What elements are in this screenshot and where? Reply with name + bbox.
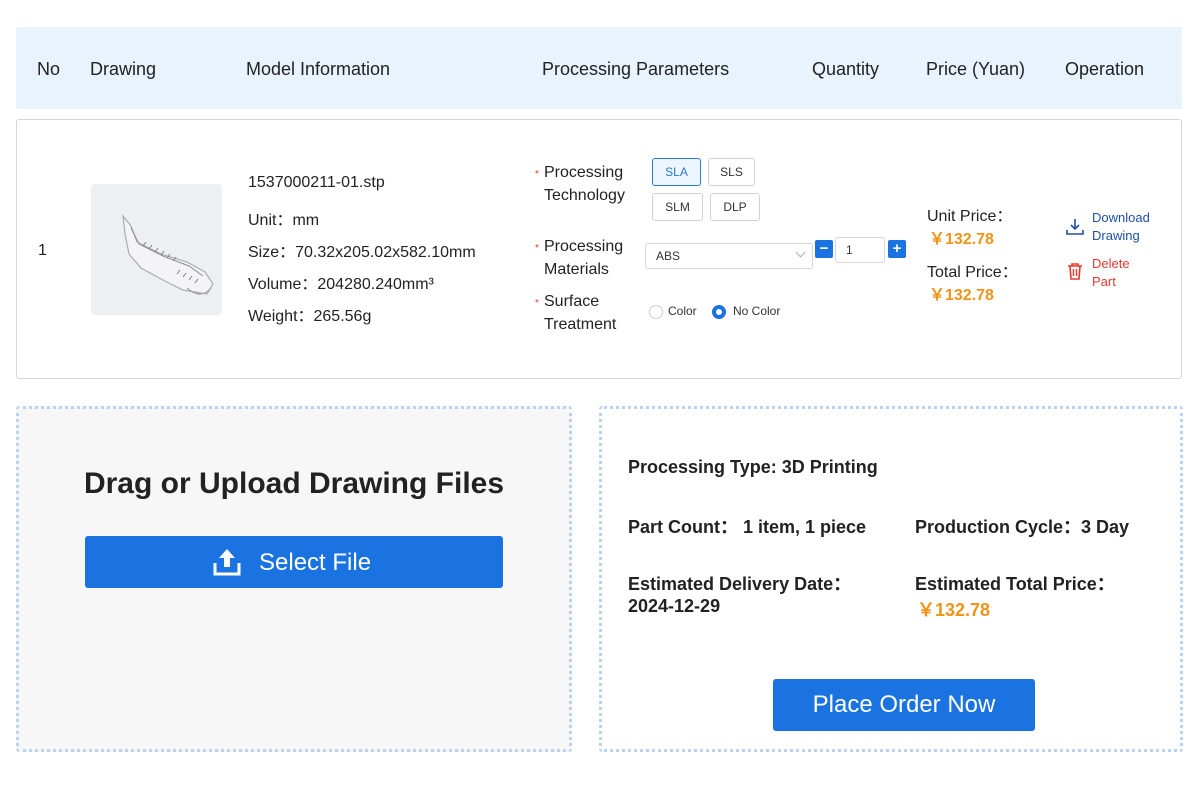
model-filename: 1537000211-01.stp — [248, 174, 385, 191]
order-summary: Processing Type: 3D Printing Part Count：… — [599, 406, 1183, 752]
upload-dropzone[interactable]: Drag or Upload Drawing Files Select File — [16, 406, 572, 752]
model-weight: Weight：265.56g — [248, 308, 372, 325]
surface-option-color-label[interactable]: Color — [668, 304, 697, 318]
tech-option-slm[interactable]: SLM — [652, 193, 703, 221]
trash-icon[interactable] — [1066, 262, 1084, 286]
total-price-label: Total Price： — [927, 264, 1018, 281]
row-number: 1 — [38, 242, 47, 259]
download-drawing-link[interactable]: Download Drawing — [1092, 209, 1172, 245]
material-value: ABS — [656, 249, 681, 263]
material-select[interactable]: ABS — [645, 243, 813, 269]
quantity-decrement-button[interactable]: − — [815, 240, 833, 258]
download-icon[interactable] — [1065, 217, 1085, 242]
delete-part-link[interactable]: Delete Part — [1092, 255, 1172, 291]
part-model-image — [122, 214, 214, 295]
total-price-value: ￥132.78 — [929, 287, 994, 304]
col-drawing: Drawing — [90, 59, 157, 79]
estimated-total-value: ￥132.78 — [917, 600, 991, 620]
upload-title: Drag or Upload Drawing Files — [83, 467, 505, 500]
unit-price-label: Unit Price： — [927, 208, 1013, 225]
quantity-increment-button[interactable]: + — [888, 240, 906, 258]
model-volume: Volume：204280.240mm³ — [248, 276, 434, 293]
required-mark: * — [535, 243, 539, 254]
delivery-date-label: Estimated Delivery Date： — [628, 574, 852, 594]
table-header: No Drawing Model Information Processing … — [16, 27, 1182, 109]
chevron-down-icon — [795, 247, 806, 258]
col-quantity: Quantity — [812, 59, 880, 79]
place-order-button[interactable]: Place Order Now — [773, 679, 1035, 731]
quantity-input[interactable]: 1 — [835, 237, 885, 263]
delivery-date-value: 2024-12-29 — [628, 596, 721, 616]
surface-radio-no-color[interactable] — [712, 305, 726, 319]
col-price: Price (Yuan) — [926, 59, 1026, 79]
surface-option-no-color-label[interactable]: No Color — [733, 304, 780, 318]
col-no: No — [37, 59, 61, 79]
select-file-label: Select File — [259, 549, 372, 576]
part-thumbnail[interactable] — [91, 184, 222, 315]
processing-type: Processing Type: 3D Printing — [628, 457, 878, 477]
production-cycle: Production Cycle：3 Day — [915, 517, 1130, 537]
tech-option-dlp[interactable]: DLP — [710, 193, 760, 221]
part-count: Part Count： 1 item, 1 piece — [628, 517, 867, 537]
upload-icon — [213, 549, 241, 576]
col-model-info: Model Information — [246, 59, 391, 79]
select-file-button[interactable]: Select File — [85, 536, 503, 588]
model-size: Size：70.32x205.02x582.10mm — [248, 244, 476, 261]
tech-label: * Processing Technology — [535, 164, 625, 204]
material-label: * Processing Materials — [535, 238, 624, 278]
tech-option-sls[interactable]: SLS — [708, 158, 755, 186]
col-processing-params: Processing Parameters — [542, 59, 730, 79]
surface-radio-color[interactable] — [649, 305, 663, 319]
col-operation: Operation — [1065, 59, 1145, 79]
required-mark: * — [535, 298, 539, 309]
model-unit: Unit：mm — [248, 212, 320, 229]
tech-option-sla[interactable]: SLA — [652, 158, 701, 186]
table-row: 1 1537000211-01.stp Unit：mm Size：70.32x2… — [16, 119, 1182, 379]
required-mark: * — [535, 169, 539, 180]
unit-price-value: ￥132.78 — [929, 231, 994, 248]
estimated-total-label: Estimated Total Price： — [915, 574, 1115, 594]
surface-label: * Surface Treatment — [535, 293, 617, 333]
